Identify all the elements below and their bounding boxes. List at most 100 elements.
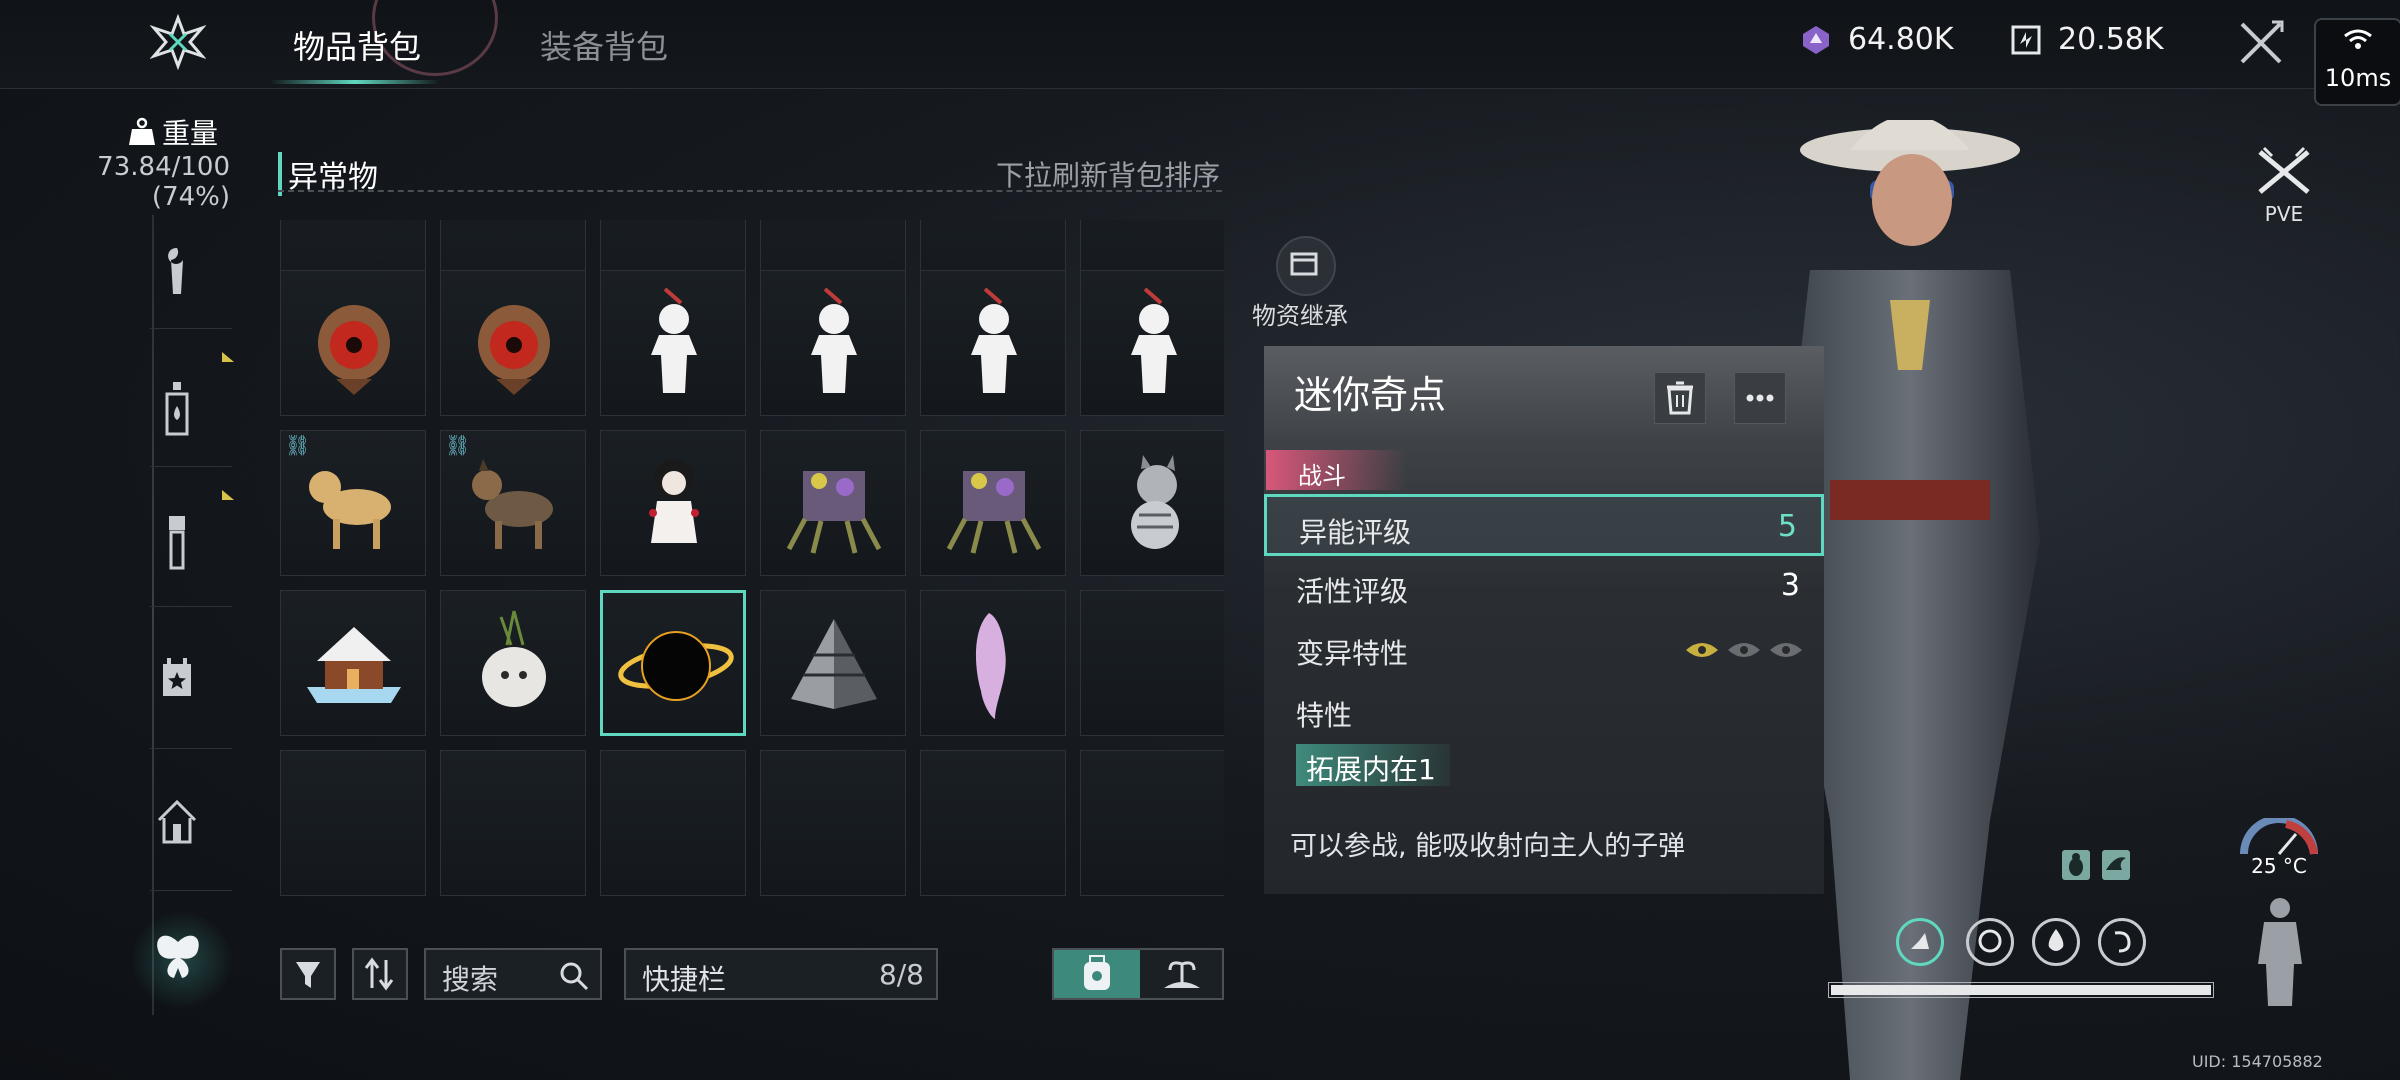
inventory-grid[interactable]: ⛓ ⛓ bbox=[280, 220, 1224, 896]
crate-icon bbox=[1290, 252, 1318, 276]
bottle-icon[interactable] bbox=[155, 378, 199, 438]
brain-icon bbox=[1978, 929, 2002, 953]
paper-doll-icon bbox=[971, 287, 1017, 393]
inventory-slot[interactable] bbox=[920, 590, 1066, 736]
weight-icon bbox=[129, 117, 155, 145]
health-bar-fill bbox=[1831, 985, 2211, 995]
island-icon[interactable] bbox=[1140, 950, 1224, 998]
stat-row-activity-rating: 活性评级 3 bbox=[1264, 556, 1824, 618]
inventory-slot-empty[interactable] bbox=[600, 750, 746, 896]
quickbar-button[interactable]: 快捷栏 8/8 bbox=[624, 948, 938, 1000]
search-input[interactable]: 搜索 bbox=[442, 958, 498, 998]
stat-row-ability-rating: 异能评级 5 bbox=[1264, 494, 1824, 556]
inventory-slot[interactable] bbox=[760, 430, 906, 576]
paper-doll-icon bbox=[651, 287, 697, 393]
mode-label: PVE bbox=[2264, 202, 2304, 226]
refresh-hint: 下拉刷新背包排序 bbox=[996, 159, 1221, 192]
hunger-indicator[interactable] bbox=[2098, 918, 2146, 966]
inventory-slot[interactable] bbox=[600, 270, 746, 416]
gauge-icon bbox=[2240, 815, 2318, 855]
inventory-slot-empty[interactable] bbox=[1080, 750, 1224, 896]
inventory-slot-empty[interactable] bbox=[920, 750, 1066, 896]
exchange-icon bbox=[2011, 25, 2041, 54]
backpack-mode-tab[interactable] bbox=[1054, 950, 1140, 998]
stat-value: 5 bbox=[1777, 509, 1797, 544]
inventory-slot[interactable] bbox=[1080, 270, 1224, 416]
pyramid-icon bbox=[791, 619, 877, 709]
mask-creature-icon bbox=[318, 305, 390, 395]
sidebar-divider bbox=[150, 748, 232, 749]
inherit-label: 物资继承 bbox=[1252, 302, 1348, 330]
paper-doll-icon bbox=[811, 287, 857, 393]
weight-title: 重量 bbox=[128, 112, 218, 152]
currency-crystal[interactable]: 64.80K bbox=[1800, 22, 1954, 57]
active-tab-indicator bbox=[270, 80, 440, 84]
water-drop-icon bbox=[2048, 929, 2064, 951]
inventory-slot[interactable] bbox=[760, 270, 906, 416]
stamina-indicator[interactable] bbox=[1896, 918, 1944, 966]
inventory-slot-empty[interactable] bbox=[760, 750, 906, 896]
inventory-slot[interactable] bbox=[440, 590, 586, 736]
pink-hair-icon bbox=[975, 613, 1006, 719]
inventory-slot[interactable] bbox=[920, 430, 1066, 576]
trash-icon bbox=[1667, 381, 1693, 415]
inventory-slot[interactable]: ⛓ bbox=[280, 430, 426, 576]
game-logo-icon[interactable] bbox=[150, 14, 206, 70]
status-effect-badge[interactable] bbox=[2062, 850, 2090, 880]
mask-creature-icon bbox=[478, 305, 550, 395]
gingerbread-house-icon bbox=[307, 627, 401, 703]
search-icon[interactable] bbox=[558, 960, 590, 992]
more-options-button[interactable] bbox=[1734, 372, 1786, 424]
home-icon[interactable] bbox=[155, 790, 199, 850]
item-type-label: 战斗 bbox=[1298, 462, 1346, 490]
delete-button[interactable] bbox=[1654, 372, 1706, 424]
inventory-slot-selected[interactable] bbox=[600, 590, 746, 736]
more-icon bbox=[1746, 394, 1774, 402]
filter-icon bbox=[296, 962, 320, 988]
body-status-icon[interactable] bbox=[2250, 894, 2310, 1008]
trait-chip[interactable]: 拓展内在1 bbox=[1296, 744, 1450, 786]
inventory-slot[interactable] bbox=[280, 270, 426, 416]
trait-value: 拓展内在1 bbox=[1306, 753, 1436, 786]
bug-icon bbox=[2069, 853, 2083, 876]
currency-exchange[interactable]: 20.58K bbox=[2010, 22, 2164, 57]
inventory-slot[interactable] bbox=[600, 430, 746, 576]
wrench-icon[interactable] bbox=[155, 242, 199, 302]
inventory-slot-empty[interactable] bbox=[280, 750, 426, 896]
filter-button[interactable] bbox=[280, 948, 336, 1000]
stat-row-mutation: 变异特性 bbox=[1264, 618, 1824, 680]
currency-exchange-value: 20.58K bbox=[2058, 22, 2164, 57]
water-indicator[interactable] bbox=[2032, 918, 2080, 966]
inventory-slot[interactable]: ⛓ bbox=[440, 430, 586, 576]
inventory-slot[interactable] bbox=[440, 270, 586, 416]
flashlight-icon[interactable] bbox=[155, 512, 199, 572]
weight-label: 重量 bbox=[162, 117, 219, 150]
inventory-slot[interactable] bbox=[760, 590, 906, 736]
butterfly-icon[interactable] bbox=[152, 928, 204, 988]
backpack-icon bbox=[1084, 955, 1110, 990]
inherit-button[interactable] bbox=[1276, 236, 1336, 296]
calendar-star-icon[interactable] bbox=[155, 652, 199, 712]
inventory-slot-empty[interactable] bbox=[440, 750, 586, 896]
inventory-slot[interactable] bbox=[920, 270, 1066, 416]
network-status: 10ms bbox=[2314, 18, 2400, 106]
flower-spider-icon bbox=[946, 471, 1042, 554]
status-effect-badge[interactable] bbox=[2102, 850, 2130, 880]
sidebar-divider bbox=[150, 328, 232, 329]
tab-equipment-bag[interactable]: 装备背包 bbox=[540, 22, 668, 68]
eye-icon bbox=[1728, 643, 1760, 657]
weight-percent: (74%) bbox=[151, 182, 230, 212]
tab-item-bag[interactable]: 物品背包 bbox=[293, 22, 421, 68]
inventory-slot[interactable] bbox=[1080, 430, 1224, 576]
inventory-slot-empty[interactable] bbox=[1080, 590, 1224, 736]
temperature-value: 25 °C bbox=[2251, 854, 2307, 878]
storage-mode-toggle[interactable] bbox=[1052, 948, 1224, 1000]
category-marker bbox=[222, 352, 234, 362]
close-icon[interactable] bbox=[2236, 18, 2286, 68]
mind-indicator[interactable] bbox=[1966, 918, 2014, 966]
search-box[interactable]: 搜索 bbox=[424, 948, 602, 1000]
sort-button[interactable] bbox=[352, 948, 408, 1000]
inventory-slot[interactable] bbox=[280, 590, 426, 736]
cat-striped-icon bbox=[1131, 455, 1179, 549]
pve-mode-button[interactable]: PVE bbox=[2254, 146, 2314, 226]
